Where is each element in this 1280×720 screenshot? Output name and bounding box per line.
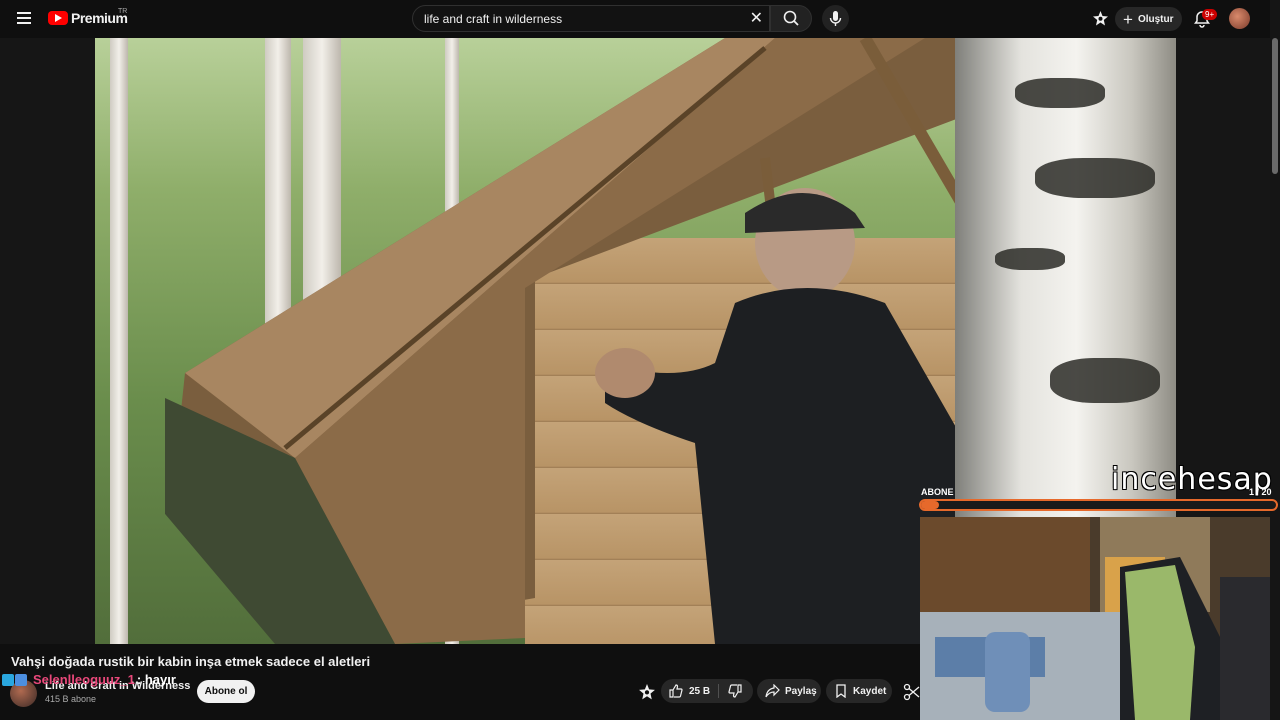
search-input[interactable]: life and craft in wilderness <box>424 12 562 26</box>
birch-trunk <box>110 38 128 644</box>
like-dislike-group: 25 B <box>661 679 753 703</box>
save-button[interactable]: Kaydet <box>826 679 892 703</box>
search-box[interactable]: life and craft in wilderness ✕ <box>412 5 770 32</box>
chat-message: : hayır <box>136 672 176 687</box>
like-icon <box>669 684 683 698</box>
search-icon <box>783 10 799 26</box>
plus-icon: + <box>1123 9 1133 29</box>
chat-badge-icon <box>2 673 14 686</box>
notification-badge: 9+ <box>1202 9 1218 20</box>
clear-icon[interactable]: ✕ <box>750 8 763 28</box>
video-title: Vahşi doğada rustik bir kabin inşa etmek… <box>11 654 371 669</box>
create-label: Oluştur <box>1137 13 1174 25</box>
search-button[interactable] <box>770 5 812 32</box>
player-side-left <box>0 38 95 644</box>
chat-badge-icon <box>15 673 27 686</box>
voice-search-button[interactable] <box>822 5 849 32</box>
save-label: Kaydet <box>853 685 887 697</box>
subscriber-goal-fill <box>921 501 939 509</box>
mic-icon <box>829 11 842 26</box>
share-label: Paylaş <box>785 685 817 697</box>
chat-message-overlay: Selenlleoguuz_1 : hayır <box>2 672 176 687</box>
subscribe-button[interactable]: Abone ol <box>197 680 255 703</box>
dislike-button[interactable] <box>721 679 753 703</box>
like-divider <box>718 684 719 698</box>
premium-star-icon[interactable] <box>1092 10 1109 27</box>
share-icon <box>765 684 780 698</box>
like-button[interactable]: 25 B <box>661 679 717 703</box>
subscriber-goal-count: 1 / 20 <box>1249 487 1272 497</box>
subscriber-count: 415 B abone <box>45 694 97 704</box>
save-icon <box>836 684 846 698</box>
subscriber-goal-bar <box>919 499 1278 511</box>
youtube-premium-logo[interactable]: Premium TR <box>48 8 128 26</box>
like-count: 25 B <box>689 685 711 697</box>
create-button[interactable]: + Oluştur <box>1115 7 1182 31</box>
dislike-icon <box>728 684 742 698</box>
share-button[interactable]: Paylaş <box>757 679 821 703</box>
chat-username: Selenlleoguuz_1 <box>33 672 135 687</box>
menu-icon[interactable] <box>14 9 34 29</box>
webcam-scene <box>920 517 1270 720</box>
webcam-overlay <box>920 517 1270 720</box>
scrollbar-thumb[interactable] <box>1272 38 1278 174</box>
subscriber-goal-label: ABONE <box>921 487 954 497</box>
youtube-logo-icon <box>48 11 68 25</box>
premium-star-icon[interactable] <box>638 683 656 701</box>
account-avatar[interactable] <box>1229 8 1250 29</box>
country-code: TR <box>118 8 128 15</box>
clip-icon[interactable] <box>903 683 921 701</box>
